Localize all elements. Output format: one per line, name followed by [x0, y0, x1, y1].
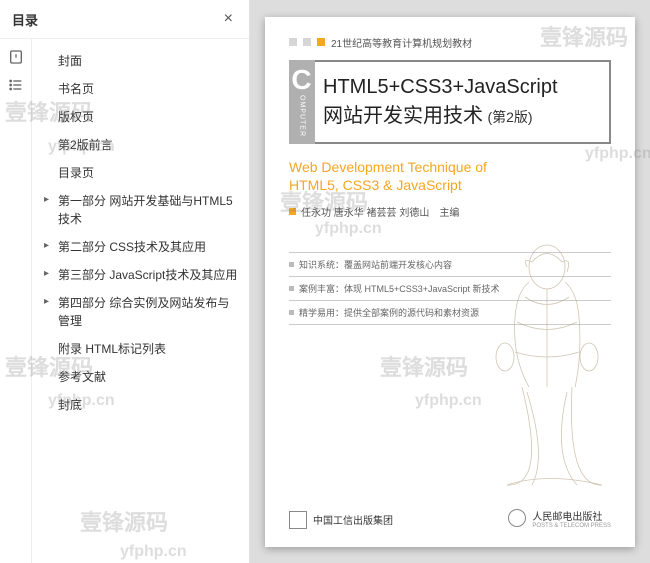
computer-tab: C OMPUTER — [289, 60, 315, 144]
subtitle-line2: HTML5, CSS3 & JavaScript — [289, 176, 611, 194]
publisher-logo-icon — [289, 511, 307, 529]
close-icon[interactable]: × — [220, 8, 237, 30]
series-square-icon — [289, 38, 297, 46]
toc-item-cover[interactable]: 封面 — [40, 47, 245, 75]
book-cover: 21世纪高等教育计算机规划教材 C OMPUTER HTML5+CSS3+Jav… — [265, 17, 635, 547]
toc-item-copyright[interactable]: 版权页 — [40, 103, 245, 131]
publishers-row: 中国工信出版集团 人民邮电出版社 POSTS & TELECOM PRESS — [289, 508, 611, 529]
publisher-left-name: 中国工信出版集团 — [313, 512, 393, 527]
toc-item-contents[interactable]: 目录页 — [40, 159, 245, 187]
preview-pane: 21世纪高等教育计算机规划教材 C OMPUTER HTML5+CSS3+Jav… — [250, 0, 650, 563]
authors-line: 任永功 唐永华 褚芸芸 刘德山 主编 — [289, 204, 611, 219]
title-frame: C OMPUTER HTML5+CSS3+JavaScript 网站开发实用技术… — [289, 60, 611, 144]
outline-icon[interactable] — [8, 77, 24, 93]
authors-text: 任永功 唐永华 褚芸芸 刘德山 主编 — [301, 204, 459, 219]
toc-item-part4[interactable]: 第四部分 综合实例及网站发布与管理 — [40, 289, 245, 335]
bullet-icon — [289, 262, 294, 267]
toc-item-appendix[interactable]: 附录 HTML标记列表 — [40, 335, 245, 363]
bullet-icon — [289, 310, 294, 315]
sidebar-title: 目录 — [12, 10, 38, 29]
publisher-left: 中国工信出版集团 — [289, 511, 393, 529]
book-title-line2: 网站开发实用技术 — [323, 105, 483, 127]
bookmark-icon[interactable] — [8, 49, 24, 65]
book-title-line1: HTML5+CSS3+JavaScript — [323, 76, 597, 99]
bullet-1: 知识系统：覆盖网站前端开发核心内容 — [299, 258, 452, 271]
toc-item-part3[interactable]: 第三部分 JavaScript技术及其应用 — [40, 261, 245, 289]
toc-item-part1[interactable]: 第一部分 网站开发基础与HTML5技术 — [40, 187, 245, 233]
tab-text: OMPUTER — [299, 95, 306, 137]
toc-item-preface[interactable]: 第2版前言 — [40, 131, 245, 159]
cover-illustration — [457, 237, 617, 487]
series-label: 21世纪高等教育计算机规划教材 — [331, 35, 472, 50]
toc-item-backcover[interactable]: 封底 — [40, 391, 245, 419]
publisher-right-sub: POSTS & TELECOM PRESS — [532, 523, 611, 529]
series-square-icon — [303, 38, 311, 46]
toc-item-references[interactable]: 参考文献 — [40, 363, 245, 391]
publisher-right-name: 人民邮电出版社 — [532, 508, 611, 523]
subtitle-english: Web Development Technique of HTML5, CSS3… — [289, 158, 611, 194]
toc-sidebar: 目录 × 封面 书名页 版权页 第2版前言 目录页 第一部分 网站开发基础与HT… — [0, 0, 250, 563]
edition-label: (第2版) — [487, 109, 532, 125]
bullet-3: 精学易用：提供全部案例的源代码和素材资源 — [299, 306, 479, 319]
toc-item-titlepage[interactable]: 书名页 — [40, 75, 245, 103]
subtitle-line1: Web Development Technique of — [289, 158, 611, 176]
series-bar: 21世纪高等教育计算机规划教材 — [289, 35, 611, 50]
sidebar-header: 目录 × — [0, 0, 249, 39]
toc-list: 封面 书名页 版权页 第2版前言 目录页 第一部分 网站开发基础与HTML5技术… — [32, 39, 249, 563]
series-square-icon — [317, 38, 325, 46]
bullet-icon — [289, 286, 294, 291]
toc-item-part2[interactable]: 第二部分 CSS技术及其应用 — [40, 233, 245, 261]
bullet-square-icon — [289, 208, 296, 215]
publisher-right: 人民邮电出版社 POSTS & TELECOM PRESS — [508, 508, 611, 529]
tab-letter: C — [291, 66, 312, 94]
sidebar-tool-strip — [0, 39, 32, 563]
publisher-logo-icon — [508, 509, 526, 527]
